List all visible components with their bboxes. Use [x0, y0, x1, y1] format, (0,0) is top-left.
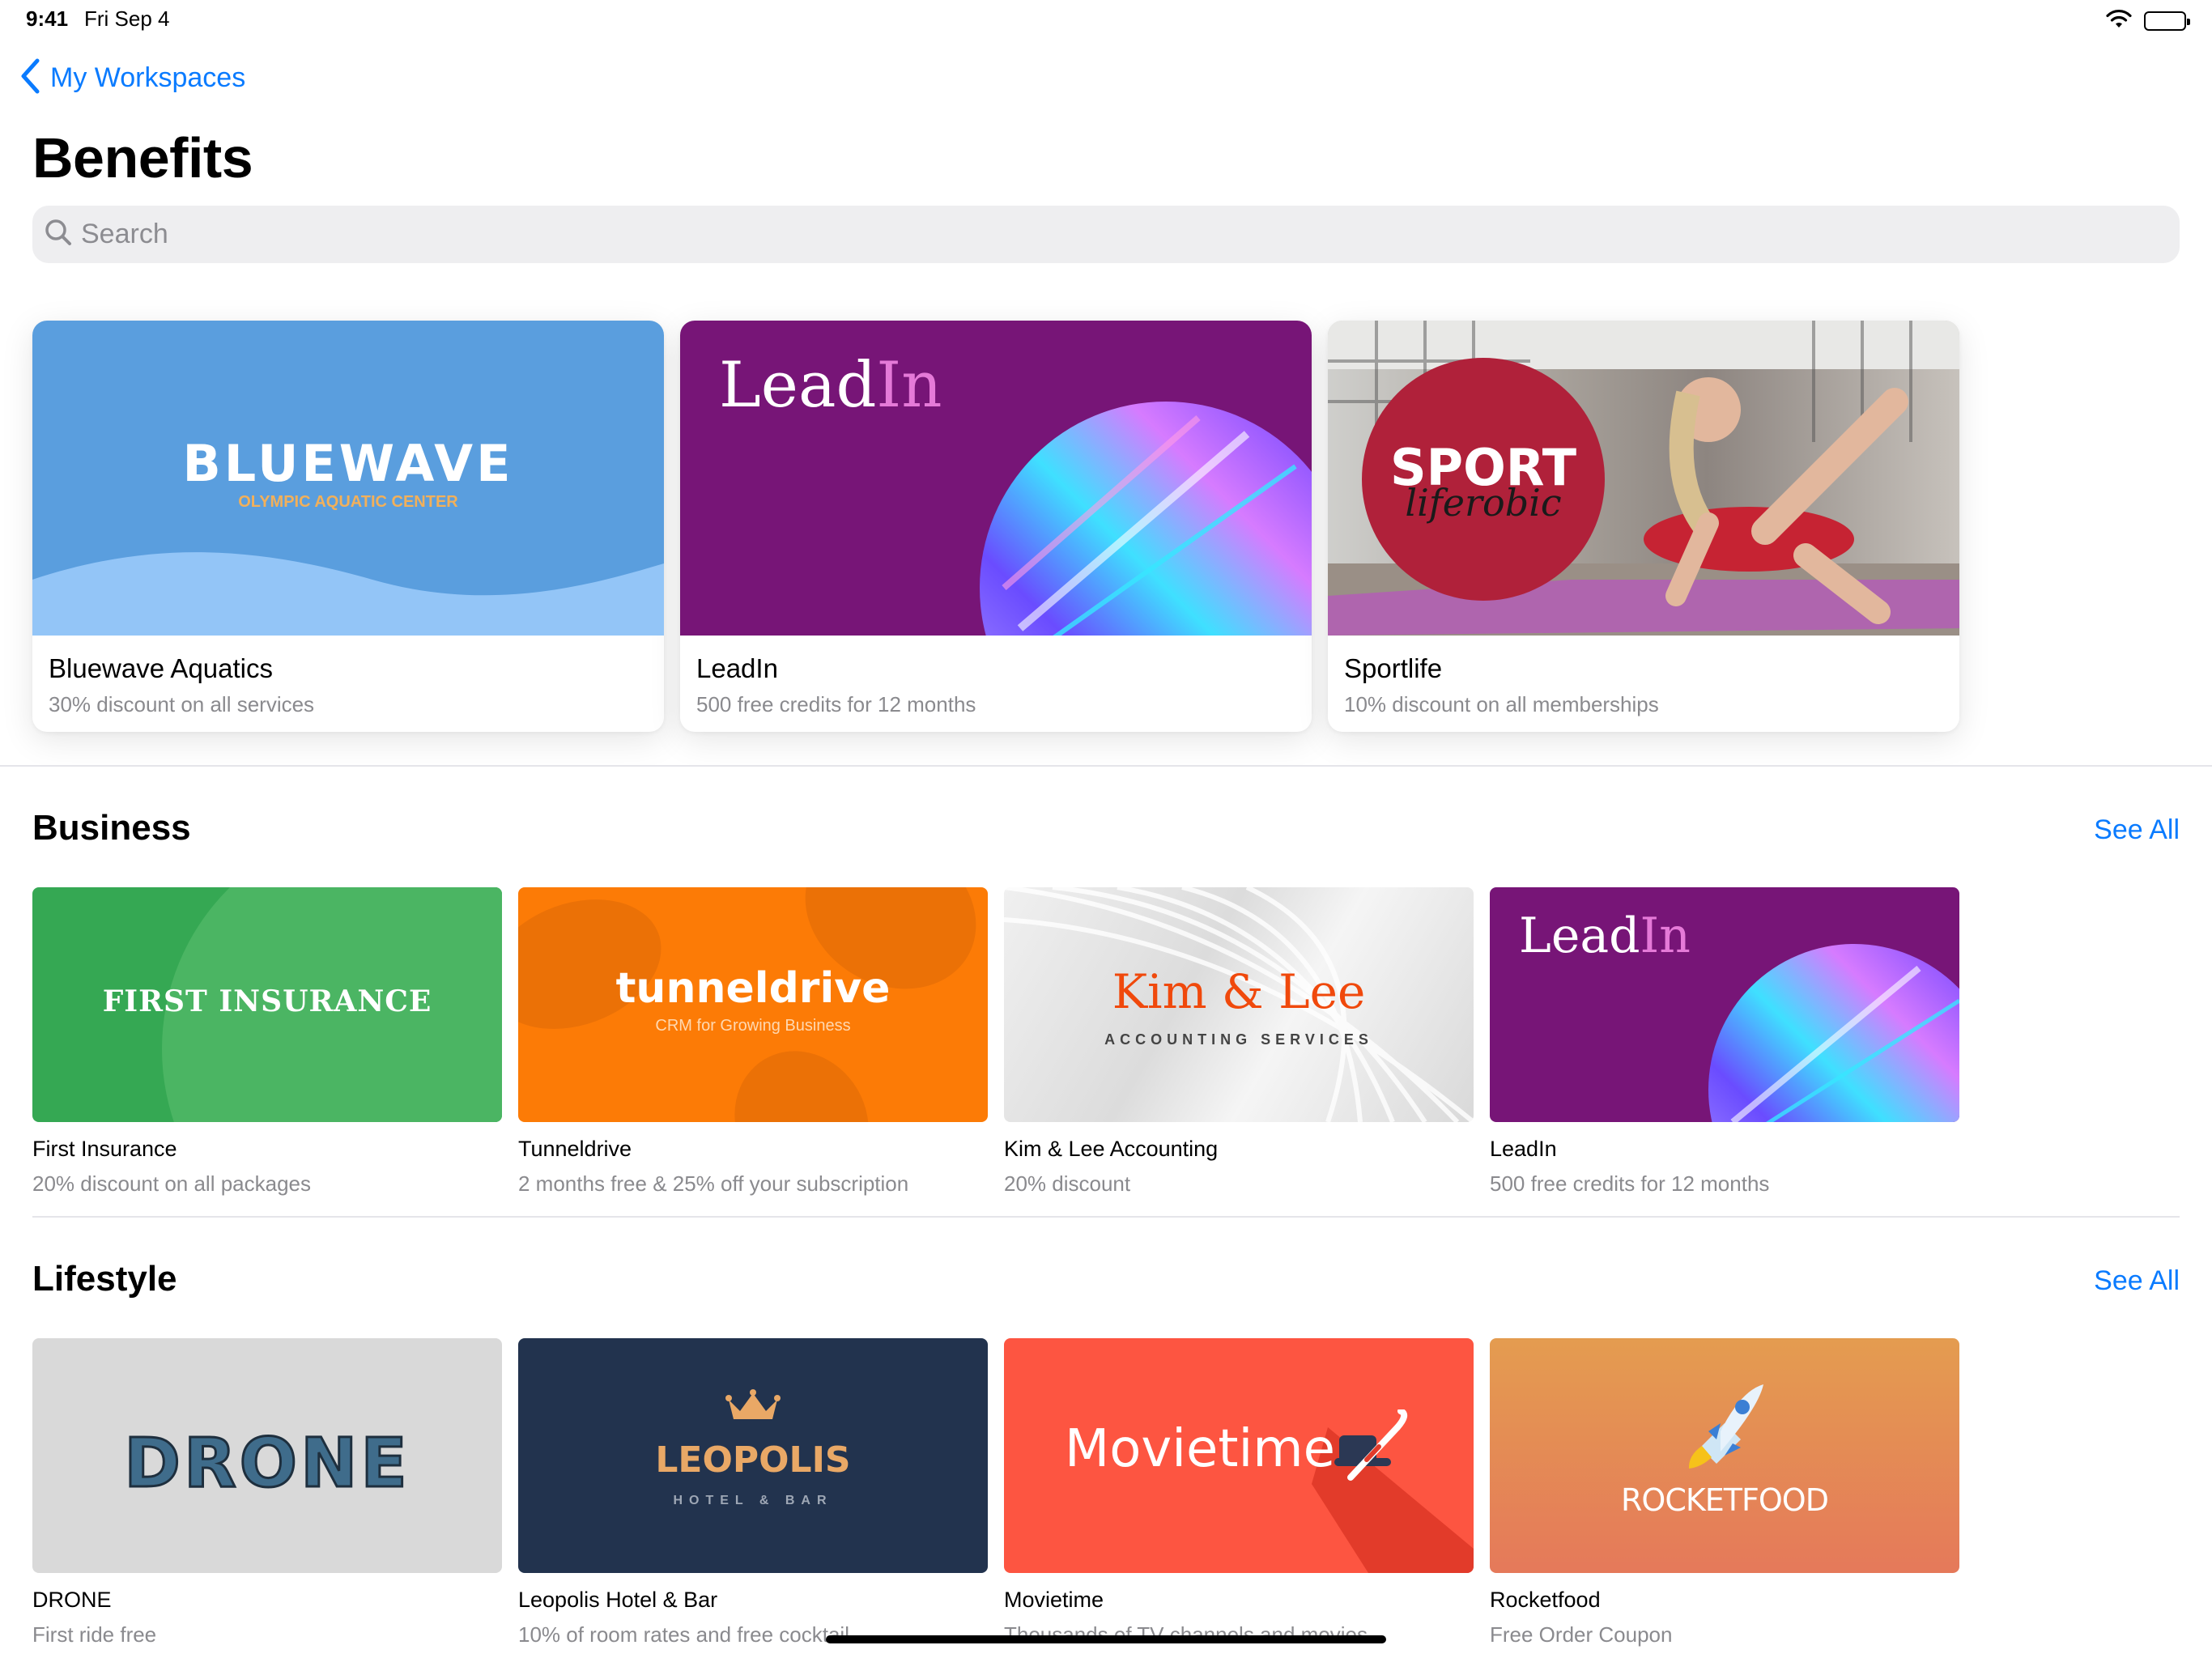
- search-input[interactable]: [81, 219, 2105, 250]
- back-label: My Workspaces: [50, 62, 246, 93]
- movietime-logo: Movietime: [1065, 1419, 1335, 1479]
- search-bar[interactable]: [32, 206, 2180, 263]
- business-row: FIRST INSURANCE First Insurance 20% disc…: [32, 887, 1959, 1197]
- leadin-logo: LeadIn: [1519, 908, 1691, 964]
- sportlife-banner: SPORT liferobic: [1328, 321, 1959, 636]
- shape-graphic: [708, 1027, 895, 1122]
- leadin-logo-a: Lead: [1519, 908, 1640, 964]
- divider: [32, 1216, 2180, 1218]
- hat-cane-icon: [1334, 1408, 1415, 1486]
- featured-carousel[interactable]: BLUEWAVE OLYMPIC AQUATIC CENTER Bluewave…: [32, 321, 1959, 732]
- kim-lee-logo: Kim & Lee: [1112, 964, 1366, 1019]
- movietime-banner: Movietime: [1004, 1338, 1474, 1573]
- tunneldrive-logo-sub: CRM for Growing Business: [655, 1017, 851, 1035]
- featured-title: Sportlife: [1344, 653, 1443, 683]
- page-title: Benefits: [32, 126, 253, 189]
- featured-subtitle: 10% discount on all memberships: [1344, 692, 1659, 716]
- leadin-logo-b: In: [1640, 908, 1691, 964]
- featured-title: LeadIn: [696, 653, 778, 683]
- card-title: First Insurance: [32, 1137, 177, 1161]
- card-title: Rocketfood: [1490, 1588, 1601, 1612]
- tunneldrive-banner: tunneldrive CRM for Growing Business: [518, 887, 988, 1122]
- featured-card-sportlife[interactable]: SPORT liferobic Sportlife 10% discount o…: [1328, 321, 1959, 732]
- crown-icon: [725, 1388, 781, 1428]
- card-title: DRONE: [32, 1588, 112, 1612]
- card-subtitle: 2 months free & 25% off your subscriptio…: [518, 1171, 909, 1196]
- tunneldrive-logo: tunneldrive: [615, 964, 891, 1013]
- card-title: Tunneldrive: [518, 1137, 632, 1161]
- card-title: LeadIn: [1490, 1137, 1557, 1161]
- divider: [0, 765, 2212, 767]
- bluewave-logo: BLUEWAVE: [182, 434, 514, 493]
- card-subtitle: First ride free: [32, 1622, 157, 1647]
- drone-banner: DRONE: [32, 1338, 502, 1573]
- card-subtitle: 500 free credits for 12 months: [1490, 1171, 1770, 1196]
- leadin-logo: LeadIn: [719, 349, 942, 422]
- featured-card-bluewave[interactable]: BLUEWAVE OLYMPIC AQUATIC CENTER Bluewave…: [32, 321, 664, 732]
- leopolis-logo-sub: HOTEL & BAR: [673, 1494, 833, 1507]
- lifestyle-card-rocketfood[interactable]: ROCKETFOOD Rocketfood Free Order Coupon: [1490, 1338, 1959, 1647]
- leopolis-banner: LEOPOLIS HOTEL & BAR: [518, 1338, 988, 1573]
- card-subtitle: 20% discount: [1004, 1171, 1131, 1196]
- rocketfood-logo: ROCKETFOOD: [1621, 1482, 1829, 1518]
- business-see-all-button[interactable]: See All: [2094, 814, 2180, 846]
- featured-card-leadin[interactable]: LeadIn LeadIn 500 free credits for 12 mo…: [680, 321, 1312, 732]
- search-icon: [44, 218, 73, 251]
- kim-lee-banner: Kim & Lee ACCOUNTING SERVICES: [1004, 887, 1474, 1122]
- lifestyle-card-drone[interactable]: DRONE DRONE First ride free: [32, 1338, 502, 1647]
- business-card-kim-lee[interactable]: Kim & Lee ACCOUNTING SERVICES Kim & Lee …: [1004, 887, 1474, 1197]
- bluewave-banner: BLUEWAVE OLYMPIC AQUATIC CENTER: [32, 321, 664, 636]
- chevron-left-icon: [19, 58, 40, 98]
- lifestyle-card-movietime[interactable]: Movietime Movietime Thousands of TV chan…: [1004, 1338, 1474, 1647]
- drone-logo: DRONE: [123, 1422, 410, 1504]
- lifestyle-row: DRONE DRONE First ride free LEOPOLIS HOT…: [32, 1338, 1959, 1647]
- back-button[interactable]: My Workspaces: [19, 58, 245, 98]
- featured-title: Bluewave Aquatics: [49, 653, 274, 683]
- battery-icon: [2144, 11, 2190, 31]
- lifestyle-see-all-button[interactable]: See All: [2094, 1265, 2180, 1297]
- first-insurance-banner: FIRST INSURANCE: [32, 887, 502, 1122]
- rocket-icon: [1684, 1383, 1765, 1476]
- wifi-icon: [2105, 8, 2133, 33]
- status-icons: [2105, 8, 2190, 33]
- card-subtitle: Free Order Coupon: [1490, 1622, 1673, 1647]
- card-title: Leopolis Hotel & Bar: [518, 1588, 718, 1612]
- featured-subtitle: 30% discount on all services: [49, 692, 315, 716]
- card-title: Movietime: [1004, 1588, 1104, 1612]
- kim-lee-logo-sub: ACCOUNTING SERVICES: [1104, 1031, 1373, 1048]
- section-title-business: Business: [32, 808, 191, 848]
- card-subtitle: 20% discount on all packages: [32, 1171, 312, 1196]
- leadin-banner: LeadIn: [680, 321, 1312, 636]
- section-title-lifestyle: Lifestyle: [32, 1259, 177, 1299]
- sport-logo-script: liferobic: [1405, 481, 1562, 525]
- featured-subtitle: 500 free credits for 12 months: [696, 692, 976, 716]
- business-card-first-insurance[interactable]: FIRST INSURANCE First Insurance 20% disc…: [32, 887, 502, 1197]
- leopolis-logo: LEOPOLIS: [655, 1439, 851, 1481]
- leadin-banner: LeadIn: [1490, 887, 1959, 1122]
- status-date: Fri Sep 4: [84, 6, 170, 31]
- status-time: 9:41: [26, 6, 69, 31]
- business-card-leadin[interactable]: LeadIn LeadIn 500 free credits for 12 mo…: [1490, 887, 1959, 1197]
- leadin-logo-b: In: [876, 349, 942, 422]
- card-title: Kim & Lee Accounting: [1004, 1137, 1219, 1161]
- lifestyle-card-leopolis[interactable]: LEOPOLIS HOTEL & BAR Leopolis Hotel & Ba…: [518, 1338, 988, 1647]
- leadin-logo-a: Lead: [719, 349, 877, 422]
- first-insurance-logo: FIRST INSURANCE: [102, 984, 432, 1018]
- status-bar: 9:41 Fri Sep 4: [0, 0, 2212, 39]
- home-indicator[interactable]: [826, 1635, 1386, 1643]
- rocketfood-banner: ROCKETFOOD: [1490, 1338, 1959, 1573]
- bluewave-logo-sub: OLYMPIC AQUATIC CENTER: [238, 493, 458, 511]
- business-card-tunneldrive[interactable]: tunneldrive CRM for Growing Business Tun…: [518, 887, 988, 1197]
